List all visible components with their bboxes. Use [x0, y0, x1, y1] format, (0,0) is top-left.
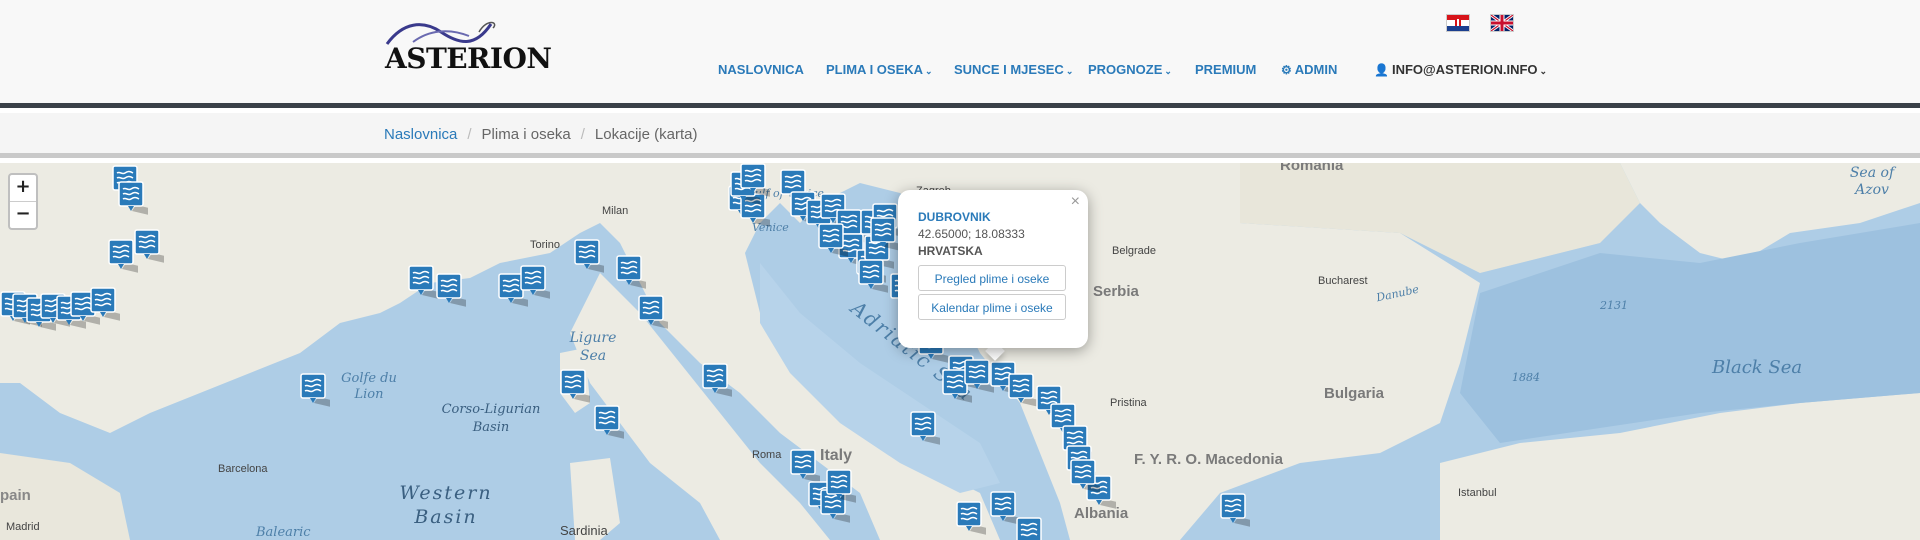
map-label-corso-ligurian-basin: Corso-Ligurian Basin: [441, 402, 541, 435]
map-label-milan: Milan: [602, 205, 629, 217]
breadcrumb-separator: /: [580, 126, 585, 143]
tide-station-icon[interactable]: [108, 239, 152, 275]
tide-station-icon[interactable]: [910, 411, 954, 447]
tide-station-icon[interactable]: [574, 239, 618, 275]
map-label-roma: Roma: [752, 449, 782, 461]
tide-overview-button[interactable]: Pregled plime i oseke: [918, 265, 1066, 291]
asterion-logo[interactable]: ASTERION: [383, 14, 552, 75]
tide-station-icon[interactable]: [1070, 459, 1114, 495]
zoom-in-button[interactable]: +: [10, 175, 36, 202]
tide-station-icon[interactable]: [134, 229, 178, 265]
tide-station-icon[interactable]: [616, 255, 660, 291]
tide-station-icon[interactable]: [964, 359, 1008, 395]
tide-station-icon[interactable]: [594, 405, 638, 441]
nav-naslovnica[interactable]: NASLOVNICA: [718, 62, 804, 77]
nav-plima-i-oseka[interactable]: PLIMA I OSEKA ⌄: [826, 62, 933, 77]
croatian-flag-icon[interactable]: [1446, 14, 1470, 32]
map-label-madrid: Madrid: [6, 521, 40, 533]
popup-country: HRVATSKA: [918, 244, 983, 258]
nav-label: PREMIUM: [1195, 62, 1257, 77]
tide-station-icon[interactable]: [1220, 493, 1264, 529]
logo-text: ASTERION: [385, 42, 552, 75]
breadcrumb-bar: Naslovnica / Plima i oseka / Lokacije (karta…: [0, 113, 1920, 158]
tide-station-icon[interactable]: [436, 273, 480, 309]
map-label-sea-of-azov: Sea of Azov: [1849, 165, 1895, 198]
tide-station-icon[interactable]: [118, 181, 162, 217]
tide-station-icon[interactable]: [790, 449, 834, 485]
tide-station-icon[interactable]: [1008, 373, 1052, 409]
nav-label: PLIMA I OSEKA: [826, 62, 924, 77]
nav-label: SUNCE I MJESEC: [954, 62, 1064, 77]
map-label-italy: Italy: [820, 447, 853, 464]
tide-station-icon[interactable]: [300, 373, 344, 409]
tide-station-icon[interactable]: [520, 265, 564, 301]
map-label-torino: Torino: [530, 239, 560, 251]
site-header: ASTERION NASLOVNICA PLIMA I OSEKA ⌄ SUNC…: [0, 0, 1920, 108]
map-label-black-sea: Black Sea: [1712, 357, 1803, 378]
station-popup: × DUBROVNIK 42.65000; 18.08333 HRVATSKA …: [898, 190, 1088, 348]
map-label-golfe-du-lion: Golfe du Lion: [341, 371, 397, 402]
tide-station-icon[interactable]: [90, 287, 134, 323]
map-label-barcelona: Barcelona: [218, 463, 268, 475]
map-label-bulgaria: Bulgaria: [1324, 385, 1385, 402]
map-label-depth-2131: 2131: [1600, 299, 1628, 312]
map-label-western-basin: Western Basin: [399, 482, 493, 528]
tide-station-icon[interactable]: [818, 223, 862, 259]
tide-station-icon[interactable]: [956, 501, 1000, 537]
tide-station-icon[interactable]: [826, 469, 870, 505]
zoom-out-button[interactable]: −: [10, 202, 36, 228]
chevron-down-icon: ⌄: [1065, 66, 1074, 76]
nav-sunce-i-mjesec[interactable]: SUNCE I MJESEC ⌄: [954, 62, 1073, 77]
breadcrumb-item: Plima i oseka: [481, 126, 571, 143]
nav-label: PROGNOZE: [1088, 62, 1163, 77]
tide-stations-map[interactable]: Milan Torino Zagreb Belgrade Bucharest P…: [0, 163, 1920, 540]
map-label-depth-1884: 1884: [1512, 371, 1540, 384]
map-label-belgrade: Belgrade: [1112, 245, 1157, 257]
tide-station-icon[interactable]: [408, 265, 452, 301]
nav-label: NASLOVNICA: [718, 62, 804, 77]
chevron-down-icon: ⌄: [925, 66, 933, 76]
tide-station-icon[interactable]: [870, 217, 914, 253]
nav-label: INFO@ASTERION.INFO: [1391, 62, 1538, 77]
nav-premium[interactable]: PREMIUM: [1195, 62, 1256, 77]
map-label-romania: Romania: [1280, 163, 1344, 174]
tide-station-icon[interactable]: [1016, 517, 1042, 540]
user-icon: 👤: [1374, 63, 1389, 77]
map-label-serbia: Serbia: [1093, 283, 1139, 300]
nav-prognoze[interactable]: PROGNOZE ⌄: [1088, 62, 1172, 77]
tide-station-icon[interactable]: [740, 163, 784, 199]
breadcrumb: Naslovnica / Plima i oseka / Lokacije (karta…: [384, 126, 697, 143]
nav-admin[interactable]: ⚙ ADMIN: [1281, 62, 1337, 77]
nav-label: ADMIN: [1294, 62, 1338, 77]
popup-coordinates: 42.65000; 18.08333: [918, 227, 1025, 241]
zoom-control: + −: [8, 173, 38, 230]
tide-station-icon[interactable]: [702, 363, 746, 399]
cogs-icon: ⚙: [1281, 63, 1292, 77]
map-label-istanbul: Istanbul: [1458, 487, 1497, 499]
map-label-sardinia: Sardinia: [560, 523, 608, 538]
map-label-bucharest: Bucharest: [1318, 275, 1368, 287]
tide-station-icon[interactable]: [560, 369, 604, 405]
uk-flag-icon[interactable]: [1490, 14, 1514, 32]
tide-station-icon[interactable]: [990, 491, 1034, 527]
breadcrumb-separator: /: [467, 126, 472, 143]
popup-station-name[interactable]: DUBROVNIK: [918, 210, 991, 224]
map-label-spain: pain: [0, 487, 31, 504]
tide-calendar-button[interactable]: Kalendar plime i oseke: [918, 294, 1066, 320]
map-label-balearic: Balearic: [256, 525, 311, 540]
map-label-macedonia: F. Y. R. O. Macedonia: [1134, 451, 1283, 468]
chevron-down-icon: ⌄: [1164, 66, 1172, 76]
popup-close-button[interactable]: ×: [1071, 193, 1080, 211]
map-label-ligure-sea: Ligure Sea: [569, 330, 617, 364]
tide-station-icon[interactable]: [638, 295, 682, 331]
breadcrumb-home-link[interactable]: Naslovnica: [384, 126, 457, 143]
map-label-pristina: Pristina: [1110, 397, 1147, 409]
tide-station-icon[interactable]: [858, 259, 902, 295]
nav-user-account[interactable]: 👤 INFO@ASTERION.INFO ⌄: [1374, 62, 1547, 77]
breadcrumb-current: Lokacije (karta): [594, 126, 698, 143]
chevron-down-icon: ⌄: [1539, 66, 1548, 76]
